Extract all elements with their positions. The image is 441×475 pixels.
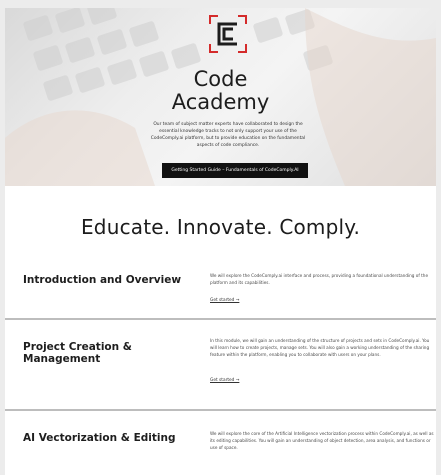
get-started-link[interactable]: Get started → <box>210 298 239 303</box>
hero-description: Our team of subject matter experts have … <box>150 122 306 148</box>
module-description: In this module, we will gain an understa… <box>210 338 430 357</box>
hero-content: Code Academy Our team of subject matter … <box>5 8 436 186</box>
module-title: AI Vectorization & Editing <box>23 432 176 444</box>
page: Code Academy Our team of subject matter … <box>5 8 436 475</box>
get-started-link[interactable]: Get started → <box>210 378 239 383</box>
module-title: Introduction and Overview <box>23 274 182 286</box>
code-academy-logo-icon <box>209 15 247 53</box>
module-description: We will explore the CodeComply.ai interf… <box>210 273 429 285</box>
section-divider <box>5 318 436 320</box>
tagline-heading: Educate. Innovate. Comply. <box>80 215 361 239</box>
hero-banner: Code Academy Our team of subject matter … <box>5 8 436 186</box>
section-divider <box>5 409 436 411</box>
module-description: We will explore the core of the Artifici… <box>210 431 434 450</box>
module-title: Project Creation & Management <box>23 341 132 365</box>
getting-started-guide-button[interactable]: Getting Started Guide – Fundamentals of … <box>162 163 308 178</box>
hero-title-line2: Academy <box>171 90 270 114</box>
hero-title-line1: Code <box>193 67 248 91</box>
